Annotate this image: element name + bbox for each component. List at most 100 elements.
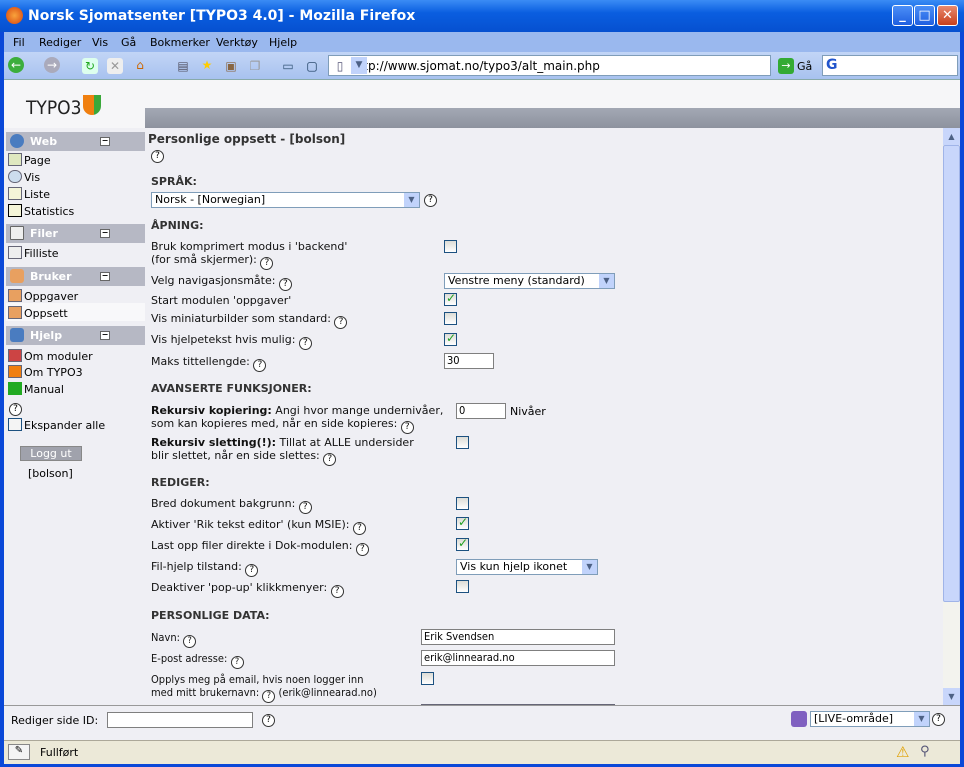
popup-checkbox[interactable] [456,580,469,593]
notify-checkbox[interactable] [421,672,434,685]
menu-vis[interactable]: Vis [92,36,108,49]
new-window-icon[interactable]: ▢ [304,58,320,74]
nav-group-hjelp[interactable]: Hjelp − [6,326,145,345]
help-icon[interactable]: ? [230,656,244,669]
max-title-input[interactable]: 30 [444,353,494,369]
magnifier-icon[interactable]: ⚲ [920,744,930,759]
menu-rediger[interactable]: Rediger [39,36,81,49]
maximize-button[interactable]: □ [914,5,935,26]
name-input[interactable]: Erik Svendsen [421,629,615,645]
collapse-icon[interactable]: − [100,137,110,146]
section-opening: ÅPNING: [151,219,204,232]
menu-ga[interactable]: Gå [121,36,136,49]
chevron-down-icon: ▼ [582,560,597,574]
bookmark-star-icon[interactable]: ★ [199,57,215,73]
help-icon[interactable]: ? [278,278,292,291]
print-icon[interactable]: ▤ [175,58,191,74]
minimize-button[interactable]: _ [892,5,913,26]
language-select[interactable]: Norsk - [Norwegian] ▼ [151,192,420,208]
nav-mode-select[interactable]: Venstre meny (standard) ▼ [444,273,615,289]
upload-checkbox[interactable] [456,536,469,551]
wide-doc-label: Bred dokument bakgrunn: ? [151,497,312,514]
warning-icon[interactable]: ⚠ [896,743,909,761]
nav-item-statistics[interactable]: Statistics [8,204,74,218]
nav-item-vis[interactable]: Vis [8,170,40,184]
help-icon[interactable]: ? [400,421,414,434]
helptext-checkbox[interactable] [444,331,457,346]
nav-group-web[interactable]: Web − [6,132,145,151]
recursive-copy-label: Rekursiv kopiering: Angi hvor mange unde… [151,404,444,434]
globe-icon [10,134,24,148]
help-icon[interactable]: ? [262,690,276,703]
forward-icon[interactable]: → [44,57,60,73]
nav-group-bruker[interactable]: Bruker − [6,267,145,286]
menu-bokmerker[interactable]: Bokmerker [150,36,210,49]
collapse-icon[interactable]: − [100,229,110,238]
nav-item-manual[interactable]: Manual [8,382,64,396]
email-input[interactable]: erik@linnearad.no [421,650,615,666]
close-button[interactable]: ✕ [937,5,958,26]
menu-verktoy[interactable]: Verktøy [216,36,258,49]
nav-item-liste[interactable]: Liste [8,187,50,201]
go-button[interactable]: Gå [797,60,812,73]
nav-item-om-typo3[interactable]: Om TYPO3 [8,365,83,379]
scroll-down-icon[interactable]: ▼ [943,688,960,705]
nav-item-oppsett[interactable]: Oppsett [8,306,68,320]
help-icon[interactable]: ? [260,257,274,270]
url-dropdown-icon[interactable]: ▼ [351,57,367,74]
url-bar[interactable]: ▯ http://www.sjomat.no/typo3/alt_main.ph… [328,55,771,76]
help-icon[interactable]: ? [262,714,275,727]
collapse-icon[interactable]: − [100,272,110,281]
nav-item-oppgaver[interactable]: Oppgaver [8,289,78,303]
download-icon[interactable]: ▣ [223,58,239,74]
nav-item-page[interactable]: Page [8,153,51,167]
help-icon[interactable]: ? [323,453,337,466]
recursive-copy-input[interactable]: 0 [456,403,506,419]
help-icon[interactable]: ? [298,501,312,514]
edit-page-input[interactable] [107,712,253,728]
menu-fil[interactable]: Fil [13,36,25,49]
collapse-icon[interactable]: − [100,331,110,340]
new-tab-icon[interactable]: ▭ [280,58,296,74]
help-icon[interactable]: ? [245,564,259,577]
expand-all-toggle[interactable]: Ekspander alle [8,418,105,432]
home-icon[interactable]: ⌂ [132,57,148,73]
help-icon[interactable]: ? [183,635,197,648]
logout-button[interactable]: Logg ut [20,446,82,461]
help-icon[interactable]: ? [298,337,312,350]
menu-hjelp[interactable]: Hjelp [269,36,297,49]
workspace-select[interactable]: [LIVE-område] ▼ [810,711,930,727]
help-icon[interactable]: ? [352,522,366,535]
start-tasks-label: Start modulen 'oppgaver' [151,294,292,307]
filehelp-select[interactable]: Vis kun hjelp ikonet ▼ [456,559,598,575]
help-icon[interactable]: ? [355,543,369,556]
nav-item-filliste[interactable]: Filliste [8,246,59,260]
go-arrow-icon[interactable]: → [778,58,794,74]
start-tasks-checkbox[interactable] [444,291,457,306]
popup-label: Deaktiver 'pop-up' klikkmenyer: ? [151,581,344,598]
rte-checkbox[interactable] [456,515,469,530]
nav-group-filer[interactable]: Filer − [6,224,145,243]
help-icon[interactable]: ? [151,150,164,163]
search-input[interactable]: G [822,55,958,76]
thumbnails-label: Vis miniaturbilder som standard: ? [151,312,348,329]
help-icon[interactable]: ? [330,585,344,598]
scroll-up-icon[interactable]: ▲ [943,128,960,145]
wide-doc-checkbox[interactable] [456,497,469,510]
reload-icon[interactable]: ↻ [82,58,98,74]
back-icon[interactable]: ← [8,57,24,73]
help-icon[interactable]: ? [334,316,348,329]
stop-icon[interactable]: ✕ [107,58,123,74]
bottom-bar: Rediger side ID: ? [LIVE-område] ▼ ? [4,705,960,735]
help-icon[interactable]: ? [932,713,945,726]
help-icon[interactable]: ? [9,403,22,416]
upload-label: Last opp filer direkte i Dok-modulen: ? [151,539,369,556]
nav-item-om-moduler[interactable]: Om moduler [8,349,93,363]
thumbnails-checkbox[interactable] [444,312,457,325]
copy-icon[interactable]: ❐ [247,58,263,74]
help-icon[interactable]: ? [253,359,267,372]
compressed-mode-checkbox[interactable] [444,240,457,253]
help-icon[interactable]: ? [424,194,437,207]
scrollbar-thumb[interactable] [943,145,960,602]
recursive-delete-checkbox[interactable] [456,436,469,449]
